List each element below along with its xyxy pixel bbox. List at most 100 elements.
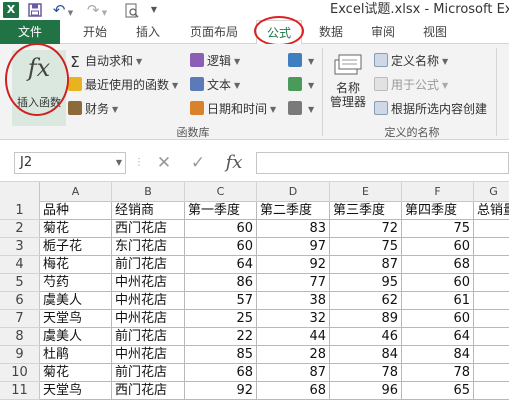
table-cell[interactable]: 60 [185, 220, 257, 238]
table-cell[interactable]: 梅花 [40, 256, 112, 274]
table-cell[interactable] [474, 346, 509, 364]
table-cell[interactable]: 84 [330, 346, 402, 364]
header-cell[interactable]: 经销商 [112, 202, 185, 220]
tab-insert[interactable]: 插入 [124, 20, 172, 44]
tab-view[interactable]: 视图 [412, 20, 458, 44]
redo-button[interactable]: ↷ ▼ [84, 2, 110, 18]
text-functions-button[interactable]: 文本 ▼ [190, 76, 240, 94]
undo-button[interactable]: ↶ ▼ [50, 2, 76, 18]
more-functions-button[interactable]: ▼ [288, 100, 314, 118]
table-cell[interactable]: 60 [402, 310, 474, 328]
table-cell[interactable]: 68 [402, 256, 474, 274]
table-cell[interactable]: 中州花店 [112, 292, 185, 310]
name-manager-button[interactable]: 名称 管理器 [328, 52, 368, 120]
table-cell[interactable]: 75 [330, 238, 402, 256]
table-cell[interactable]: 32 [257, 310, 330, 328]
row-header[interactable]: 11 [0, 382, 40, 400]
table-cell[interactable] [474, 364, 509, 382]
recent-functions-button[interactable]: 最近使用的函数 ▼ [68, 76, 178, 94]
row-header[interactable]: 1 [0, 202, 40, 220]
tab-home[interactable]: 开始 [70, 20, 120, 44]
column-header-g[interactable]: G [474, 182, 509, 202]
select-all-corner[interactable] [0, 182, 40, 202]
row-header[interactable]: 10 [0, 364, 40, 382]
table-cell[interactable]: 46 [330, 328, 402, 346]
define-name-button[interactable]: 定义名称 ▼ [374, 52, 448, 70]
row-header[interactable]: 5 [0, 274, 40, 292]
enter-icon[interactable]: ✓ [184, 150, 212, 176]
table-cell[interactable] [474, 310, 509, 328]
table-cell[interactable]: 87 [257, 364, 330, 382]
table-cell[interactable]: 64 [185, 256, 257, 274]
table-cell[interactable]: 前门花店 [112, 256, 185, 274]
insert-function-fx-icon[interactable]: fx [218, 150, 250, 176]
table-cell[interactable]: 92 [185, 382, 257, 400]
table-cell[interactable]: 75 [402, 220, 474, 238]
table-cell[interactable]: 61 [402, 292, 474, 310]
table-cell[interactable] [474, 292, 509, 310]
table-cell[interactable] [474, 328, 509, 346]
name-box[interactable]: J2 [14, 152, 126, 174]
tab-file[interactable]: 文件 [0, 20, 60, 44]
table-cell[interactable]: 菊花 [40, 220, 112, 238]
table-cell[interactable]: 96 [330, 382, 402, 400]
tab-page-layout[interactable]: 页面布局 [178, 20, 250, 44]
table-cell[interactable]: 28 [257, 346, 330, 364]
column-header-d[interactable]: D [257, 182, 330, 202]
save-icon[interactable] [26, 2, 44, 18]
row-header[interactable]: 4 [0, 256, 40, 274]
datetime-button[interactable]: 日期和时间 ▼ [190, 100, 276, 118]
header-cell[interactable]: 品种 [40, 202, 112, 220]
lookup-button[interactable]: ▼ [288, 52, 314, 70]
table-cell[interactable]: 前门花店 [112, 364, 185, 382]
tab-review[interactable]: 审阅 [360, 20, 406, 44]
column-header-e[interactable]: E [330, 182, 402, 202]
header-cell[interactable]: 第二季度 [257, 202, 330, 220]
math-button[interactable]: ▼ [288, 76, 314, 94]
row-header[interactable]: 3 [0, 238, 40, 256]
table-cell[interactable]: 44 [257, 328, 330, 346]
table-cell[interactable]: 72 [330, 220, 402, 238]
table-cell[interactable]: 87 [330, 256, 402, 274]
table-cell[interactable]: 86 [185, 274, 257, 292]
table-cell[interactable]: 83 [257, 220, 330, 238]
table-cell[interactable]: 虞美人 [40, 328, 112, 346]
customize-quick-access-icon[interactable]: ▼ [148, 2, 160, 18]
create-from-selection-button[interactable]: 根据所选内容创建 [374, 100, 487, 118]
table-cell[interactable]: 60 [402, 274, 474, 292]
row-header[interactable]: 7 [0, 310, 40, 328]
table-cell[interactable]: 中州花店 [112, 310, 185, 328]
row-header[interactable]: 2 [0, 220, 40, 238]
table-cell[interactable]: 85 [185, 346, 257, 364]
table-cell[interactable]: 64 [402, 328, 474, 346]
table-cell[interactable]: 97 [257, 238, 330, 256]
name-box-dropdown-icon[interactable]: ▼ [112, 152, 126, 174]
table-cell[interactable]: 25 [185, 310, 257, 328]
table-cell[interactable]: 62 [330, 292, 402, 310]
table-cell[interactable]: 89 [330, 310, 402, 328]
table-cell[interactable]: 78 [402, 364, 474, 382]
print-preview-icon[interactable] [122, 2, 142, 18]
table-cell[interactable] [474, 220, 509, 238]
financial-button[interactable]: 财务 ▼ [68, 100, 118, 118]
table-cell[interactable]: 57 [185, 292, 257, 310]
table-cell[interactable]: 天堂鸟 [40, 382, 112, 400]
table-cell[interactable]: 68 [257, 382, 330, 400]
table-cell[interactable]: 92 [257, 256, 330, 274]
table-cell[interactable]: 栀子花 [40, 238, 112, 256]
use-in-formula-button[interactable]: 用于公式 ▼ [374, 76, 448, 94]
column-header-b[interactable]: B [112, 182, 185, 202]
column-header-a[interactable]: A [40, 182, 112, 202]
table-cell[interactable]: 78 [330, 364, 402, 382]
table-cell[interactable]: 68 [185, 364, 257, 382]
table-cell[interactable]: 菊花 [40, 364, 112, 382]
row-header[interactable]: 8 [0, 328, 40, 346]
table-cell[interactable]: 65 [402, 382, 474, 400]
header-cell[interactable]: 总销量 [474, 202, 509, 220]
table-cell[interactable]: 芍药 [40, 274, 112, 292]
autosum-button[interactable]: Σ 自动求和 ▼ [68, 52, 142, 70]
table-cell[interactable]: 84 [402, 346, 474, 364]
column-header-f[interactable]: F [402, 182, 474, 202]
table-cell[interactable]: 前门花店 [112, 328, 185, 346]
row-header[interactable]: 9 [0, 346, 40, 364]
